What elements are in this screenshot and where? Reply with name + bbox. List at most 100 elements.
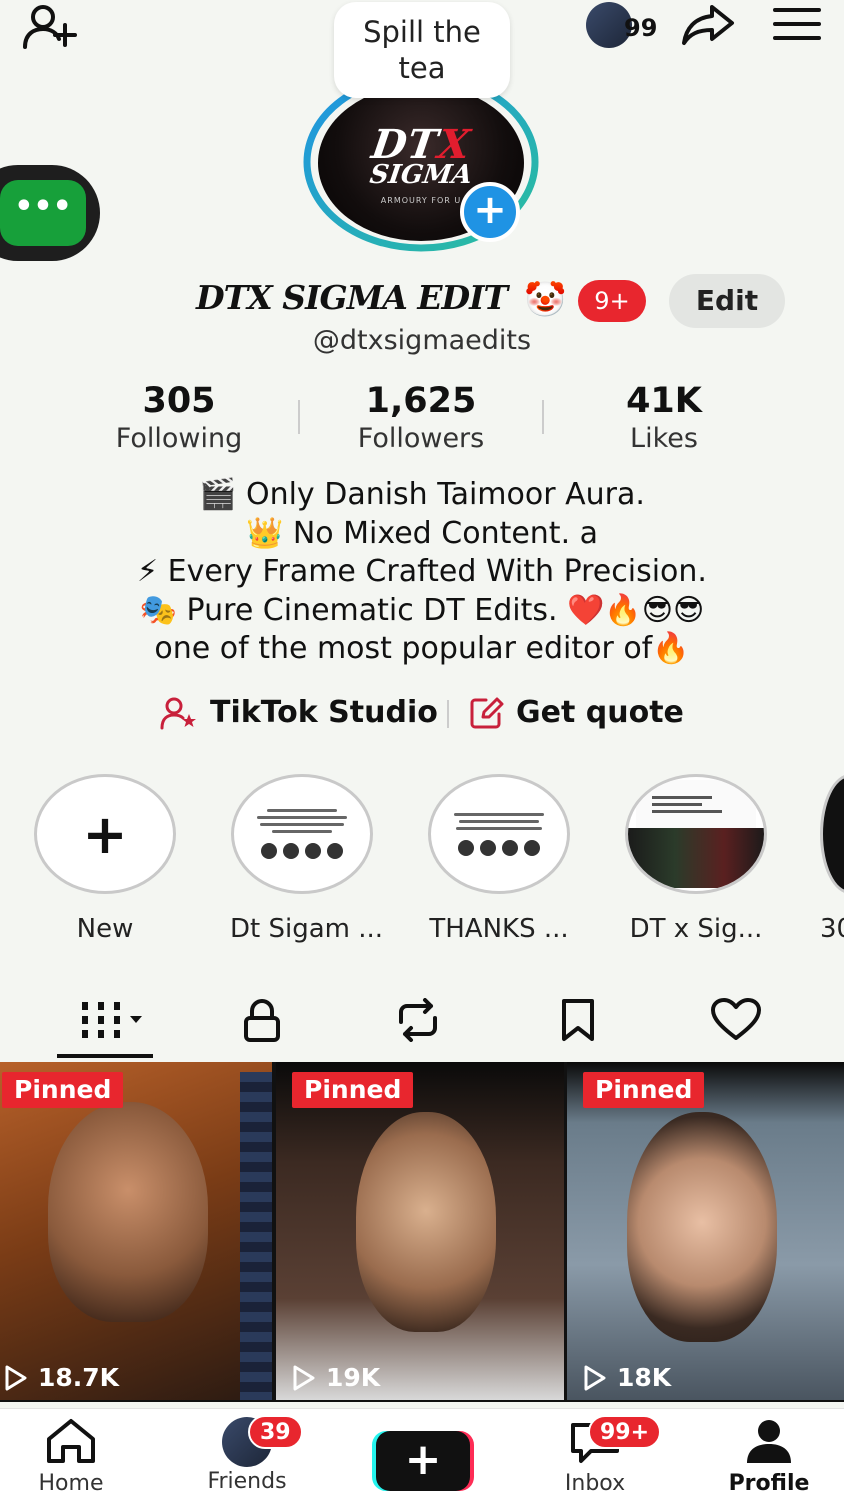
stat-label: Likes bbox=[630, 423, 698, 454]
display-name: DTX SIGMA EDIT bbox=[196, 278, 508, 317]
tab-saved[interactable] bbox=[548, 990, 608, 1050]
bio-line: ⚡ Every Frame Crafted With Precision. bbox=[137, 554, 707, 589]
profile-stats: 305 Following 1,625 Followers 41K Likes bbox=[0, 378, 844, 458]
bio-line: 👑 No Mixed Content. a bbox=[245, 515, 599, 551]
notification-badge[interactable]: 9+ bbox=[578, 280, 646, 322]
stat-divider bbox=[542, 400, 544, 434]
view-count-value: 18.7K bbox=[38, 1363, 120, 1392]
edit-square-icon bbox=[470, 697, 504, 729]
nav-profile[interactable]: Profile bbox=[704, 1417, 834, 1496]
stat-following[interactable]: 305 Following bbox=[79, 378, 279, 454]
view-count: 18.7K bbox=[4, 1363, 119, 1392]
avatar-logo-line2: SIGMA bbox=[367, 160, 475, 190]
videos-grid-icon bbox=[82, 1002, 142, 1038]
story-note-text: Spill the tea bbox=[363, 15, 481, 85]
nav-label: Friends bbox=[207, 1469, 287, 1494]
highlight-label: Dt Sigam ... bbox=[230, 914, 384, 944]
video-thumbnail[interactable]: Pinned 18.7K bbox=[0, 1062, 272, 1400]
story-highlights: + New Dt Sigam ... THANKS ... DT x Sig..… bbox=[0, 774, 844, 954]
bio-line: 🎬 Only Danish Taimoor Aura. bbox=[199, 477, 645, 512]
video-grid: Pinned 18.7K Pinned 19K Pinned 18K bbox=[0, 1062, 844, 1402]
bio-line: 🎭 Pure Cinematic DT Edits. ❤️🔥😎😎 bbox=[139, 592, 705, 628]
nav-home[interactable]: Home bbox=[6, 1417, 136, 1496]
view-count: 18K bbox=[583, 1363, 671, 1392]
tiktok-studio-label: TikTok Studio bbox=[210, 695, 438, 730]
video-thumbnail[interactable]: Pinned 19K bbox=[276, 1062, 564, 1400]
get-quote-label: Get quote bbox=[516, 695, 684, 730]
pinned-badge: Pinned bbox=[2, 1072, 124, 1108]
username: @dtxsigmaedits bbox=[312, 325, 532, 356]
home-icon bbox=[47, 1419, 95, 1463]
highlight-item[interactable]: 30 bbox=[820, 774, 844, 944]
content-tabs bbox=[0, 990, 844, 1060]
friends-badge: 39 bbox=[248, 1415, 303, 1449]
bookmark-icon bbox=[562, 999, 594, 1041]
highlight-label: 30 bbox=[820, 914, 844, 944]
view-count-value: 19K bbox=[326, 1363, 381, 1392]
highlight-item[interactable]: Dt Sigam ... bbox=[230, 774, 384, 944]
friends-count: 99 bbox=[624, 14, 658, 42]
inbox-badge: 99+ bbox=[588, 1415, 662, 1449]
highlight-item[interactable]: DT x Sig... bbox=[624, 774, 768, 944]
pinned-badge: Pinned bbox=[583, 1072, 705, 1108]
play-icon bbox=[5, 1365, 27, 1390]
tab-reposts[interactable] bbox=[388, 990, 448, 1050]
stat-value: 1,625 bbox=[365, 381, 477, 421]
highlight-label: New bbox=[76, 914, 134, 944]
links-divider bbox=[447, 700, 449, 728]
tiktok-studio-link[interactable]: TikTok Studio bbox=[160, 690, 438, 736]
nav-label: Home bbox=[38, 1471, 104, 1496]
highlight-new[interactable]: + New bbox=[33, 774, 177, 944]
thumbnail-figure bbox=[48, 1102, 208, 1322]
create-button[interactable]: + bbox=[372, 1431, 474, 1491]
get-quote-link[interactable]: Get quote bbox=[470, 690, 684, 736]
stat-followers[interactable]: 1,625 Followers bbox=[321, 378, 521, 454]
stat-label: Following bbox=[115, 423, 243, 454]
highlight-item[interactable]: THANKS ... bbox=[427, 774, 571, 944]
thumbnail-edge bbox=[240, 1072, 272, 1400]
heart-icon bbox=[711, 998, 761, 1040]
hamburger-menu-icon[interactable] bbox=[770, 2, 824, 46]
lock-icon bbox=[244, 999, 280, 1042]
add-story-plus-icon[interactable]: + bbox=[460, 182, 520, 242]
play-icon bbox=[584, 1365, 606, 1390]
highlight-circle: + bbox=[34, 774, 176, 894]
tab-private[interactable] bbox=[232, 990, 292, 1050]
highlight-label: THANKS ... bbox=[429, 914, 569, 944]
thumbnail-figure bbox=[627, 1112, 777, 1342]
stat-value: 41K bbox=[626, 381, 702, 421]
more-options-button[interactable]: ••• bbox=[0, 180, 86, 246]
tab-videos[interactable] bbox=[70, 990, 150, 1050]
story-note-bubble[interactable]: Spill the tea bbox=[334, 2, 510, 98]
plus-icon: + bbox=[376, 1431, 470, 1491]
bio: 🎬 Only Danish Taimoor Aura. 👑 No Mixed C… bbox=[0, 476, 844, 669]
stat-divider bbox=[298, 400, 300, 434]
plus-icon: + bbox=[82, 802, 128, 866]
edit-profile-button[interactable]: Edit bbox=[669, 274, 785, 328]
pinned-badge: Pinned bbox=[292, 1072, 414, 1108]
avatar-logo-sub: ARMOURY FOR U bbox=[380, 196, 462, 205]
nav-label: Inbox bbox=[564, 1471, 626, 1496]
video-thumbnail[interactable]: Pinned 18K bbox=[567, 1062, 844, 1400]
profile-person-icon bbox=[747, 1420, 791, 1463]
share-arrow-icon[interactable] bbox=[678, 0, 738, 50]
name-row: DTX SIGMA EDIT 🤡 9+ Edit bbox=[0, 274, 844, 328]
person-add-icon[interactable] bbox=[18, 2, 82, 52]
nav-label: Profile bbox=[728, 1471, 810, 1496]
highlight-thumbnail bbox=[625, 774, 767, 894]
highlight-label: DT x Sig... bbox=[629, 914, 763, 944]
profile-links: TikTok Studio Get quote bbox=[0, 690, 844, 736]
friends-avatar-stack[interactable]: 99 bbox=[584, 0, 664, 50]
repost-icon bbox=[399, 998, 437, 1042]
studio-person-icon bbox=[160, 697, 196, 730]
bottom-navigation: Home Friends 39 + Inbox 99+ Profile bbox=[0, 1408, 844, 1500]
tab-liked[interactable] bbox=[706, 990, 766, 1050]
view-count: 19K bbox=[292, 1363, 380, 1392]
clown-emoji-icon: 🤡 bbox=[524, 280, 567, 320]
stat-label: Followers bbox=[357, 423, 485, 454]
play-icon bbox=[293, 1365, 315, 1390]
highlight-thumbnail bbox=[231, 774, 373, 894]
highlight-thumbnail bbox=[820, 774, 844, 894]
stat-likes[interactable]: 41K Likes bbox=[564, 378, 764, 454]
bio-line: one of the most popular editor of🔥 bbox=[154, 631, 690, 666]
